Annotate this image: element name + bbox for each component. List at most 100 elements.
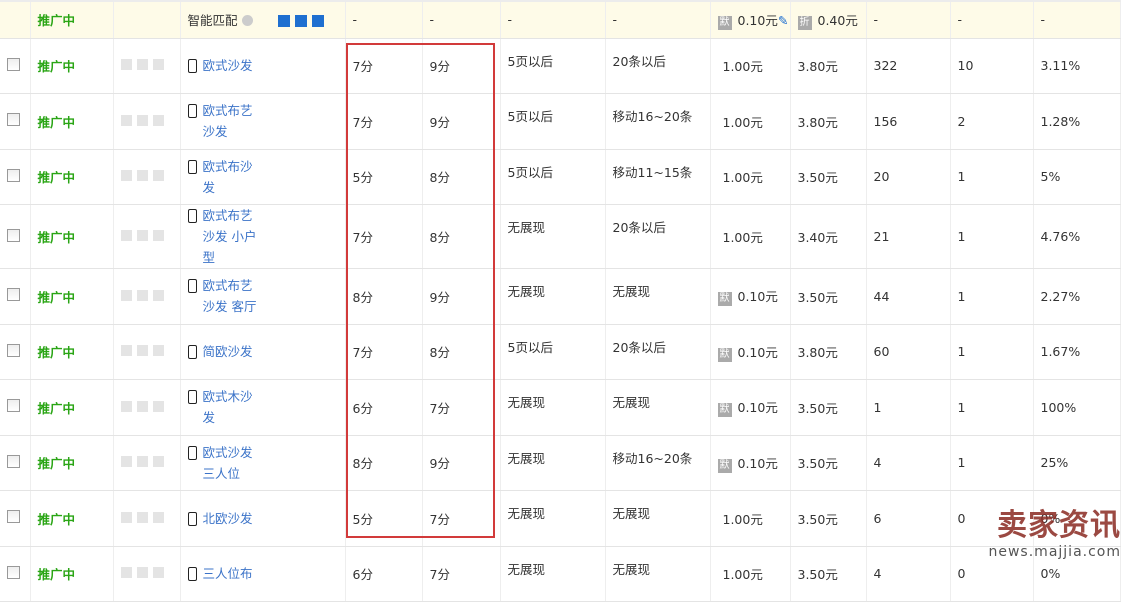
impressions: 1 <box>866 379 951 436</box>
quality-bar <box>152 567 164 579</box>
status: 推广中 <box>30 379 114 436</box>
bid-pc[interactable]: 1.00元 <box>710 93 791 150</box>
keyword-link[interactable]: 欧式沙发 <box>203 55 253 76</box>
clicks: 1 <box>950 149 1034 205</box>
quality-bar <box>120 456 132 468</box>
rank-mobile: 20条以后 <box>605 324 711 380</box>
rank-pc: 无展现 <box>500 490 606 547</box>
rank-pc: 5页以后 <box>500 324 606 380</box>
status: 推广中 <box>30 93 114 150</box>
table-row: 推广中 欧式布艺沙发 客厅 8分 9分 无展现 无展现 默 0.10元 3.50元… <box>0 268 1121 325</box>
keyword-link[interactable]: 欧式布艺沙发 小户型 <box>203 205 263 268</box>
table-row: 推广中 欧式布艺沙发 小户型 7分 8分 无展现 20条以后 1.00元 3.4… <box>0 204 1121 269</box>
default-badge: 默 <box>717 347 732 362</box>
keyword-link[interactable]: 欧式布沙发 <box>203 156 263 198</box>
row-checkbox[interactable] <box>7 168 20 182</box>
default-badge: 默 <box>717 403 732 418</box>
watermark-logo: 卖家资讯 news.majjia.com <box>988 508 1121 560</box>
rank-mobile: 无展现 <box>605 379 711 436</box>
table-row: 推广中 三人位布 6分 7分 无展现 无展现 1.00元 3.50元 4 0 0… <box>0 546 1121 602</box>
keyword-link[interactable]: 欧式木沙发 <box>203 386 263 428</box>
mobile-icon <box>187 345 197 360</box>
bid-mobile[interactable]: 3.50元 <box>790 268 867 325</box>
row-checkbox[interactable] <box>7 454 20 468</box>
quality-bar <box>136 289 148 301</box>
copy-icon[interactable] <box>311 15 324 28</box>
quality-bar <box>136 567 148 579</box>
mobile-icon <box>187 390 197 405</box>
impressions: 44 <box>866 268 951 325</box>
score-pc: 6分 <box>345 546 423 602</box>
bid-pc[interactable]: 默 0.10元 <box>710 268 791 325</box>
row-checkbox[interactable] <box>7 510 20 524</box>
status: 推广中 <box>30 268 114 325</box>
row-checkbox[interactable] <box>7 399 20 413</box>
bid-pc[interactable]: 1.00元 <box>710 204 791 269</box>
quality-bar <box>152 170 164 182</box>
keyword-table: 推广中 智能匹配 - - - - 默 0.10元✎ 折 0.40元 - - - 推广… <box>0 0 1121 602</box>
bid-mobile[interactable]: 3.80元 <box>790 93 867 150</box>
quality-bar <box>120 567 132 579</box>
keyword-link[interactable]: 欧式布艺沙发 客厅 <box>203 275 263 317</box>
quality-bar <box>136 230 148 241</box>
impressions: 322 <box>866 38 951 94</box>
bid-pc[interactable]: 默 0.10元 <box>710 324 791 380</box>
keyword-link[interactable]: 北欧沙发 <box>203 508 253 529</box>
bid-pc[interactable]: 1.00元 <box>710 149 791 205</box>
clicks: 1 <box>950 268 1034 325</box>
keyword-link[interactable]: 三人位布 <box>203 563 253 584</box>
impressions: 156 <box>866 93 951 150</box>
status: 推广中 <box>30 204 114 269</box>
bid-mobile[interactable]: 折 0.40元 <box>790 0 867 39</box>
row-checkbox[interactable] <box>7 228 20 242</box>
keyword-link[interactable]: 欧式沙发三人位 <box>203 442 263 484</box>
row-checkbox[interactable] <box>7 288 20 302</box>
bid-mobile[interactable]: 3.80元 <box>790 324 867 380</box>
default-badge: 默 <box>717 292 732 307</box>
bid-pc[interactable]: 默 0.10元✎ <box>710 0 791 39</box>
bid-pc[interactable]: 1.00元 <box>710 490 791 547</box>
mobile-icon <box>187 59 197 74</box>
ctr: 1.67% <box>1033 324 1121 380</box>
row-checkbox[interactable] <box>7 565 20 579</box>
bid-mobile[interactable]: 3.80元 <box>790 38 867 94</box>
discount-badge: 折 <box>797 15 812 30</box>
quality-bar <box>152 114 164 126</box>
rank-mobile: 无展现 <box>605 546 711 602</box>
keyword-link[interactable]: 欧式布艺沙发 <box>203 100 263 142</box>
bid-mobile[interactable]: 3.50元 <box>790 546 867 602</box>
row-checkbox[interactable] <box>7 343 20 357</box>
bid-pc[interactable]: 1.00元 <box>710 38 791 94</box>
edit-icon[interactable]: ✎ <box>778 13 788 28</box>
quality-bar <box>120 400 132 412</box>
bid-pc[interactable]: 默 0.10元 <box>710 379 791 436</box>
ctr: 3.11% <box>1033 38 1121 94</box>
row-checkbox[interactable] <box>7 113 20 127</box>
quality-bar <box>120 345 132 357</box>
bid-mobile[interactable]: 3.40元 <box>790 204 867 269</box>
quality-bar <box>152 230 164 241</box>
bid-mobile[interactable]: 3.50元 <box>790 490 867 547</box>
ctr: 100% <box>1033 379 1121 436</box>
quality-bar <box>120 230 132 241</box>
match-label: 智能匹配 <box>187 13 238 29</box>
bid-mobile[interactable]: 3.50元 <box>790 149 867 205</box>
rank-pc: 无展现 <box>500 379 606 436</box>
quality-bar <box>120 289 132 301</box>
rank-mobile: 无展现 <box>605 268 711 325</box>
impressions: 20 <box>866 149 951 205</box>
table-row: 推广中 欧式布沙发 5分 8分 5页以后 移动11~15条 1.00元 3.50… <box>0 149 1121 205</box>
table-row: 推广中 简欧沙发 7分 8分 5页以后 20条以后 默 0.10元 3.80元 6… <box>0 324 1121 380</box>
rank-pc: 5页以后 <box>500 93 606 150</box>
rank-pc: 5页以后 <box>500 38 606 94</box>
bid-pc[interactable]: 默 0.10元 <box>710 435 791 491</box>
bid-pc[interactable]: 1.00元 <box>710 546 791 602</box>
row-checkbox[interactable] <box>7 57 20 71</box>
pause-icon[interactable] <box>277 15 290 28</box>
bid-mobile[interactable]: 3.50元 <box>790 379 867 436</box>
keyword-link[interactable]: 简欧沙发 <box>203 341 253 362</box>
help-icon[interactable] <box>241 15 253 27</box>
bid-mobile[interactable]: 3.50元 <box>790 435 867 491</box>
chart-icon[interactable] <box>294 15 307 28</box>
rank-mobile: 无展现 <box>605 490 711 547</box>
